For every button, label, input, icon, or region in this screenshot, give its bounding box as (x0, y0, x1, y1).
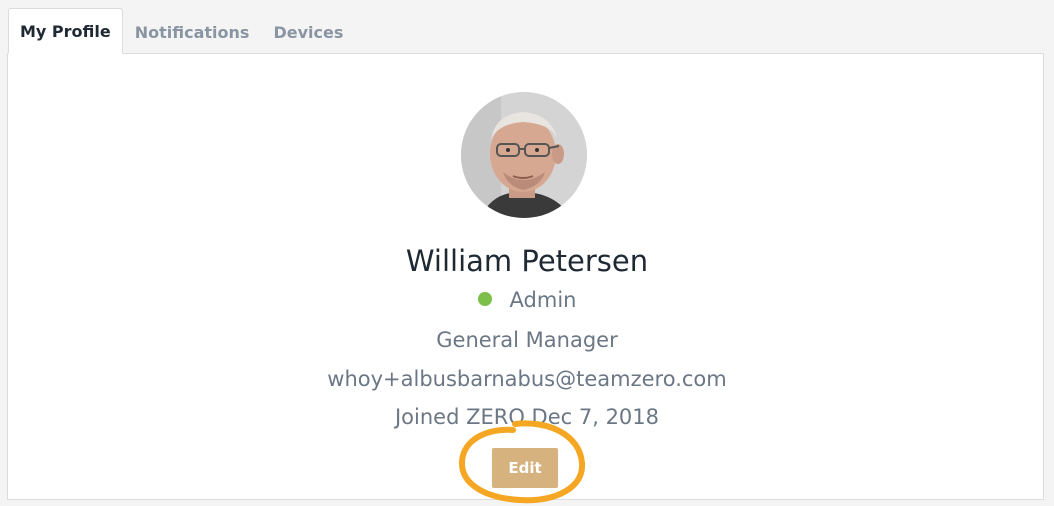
role-label: Admin (509, 288, 577, 312)
joined-date: Joined ZERO Dec 7, 2018 (394, 405, 660, 429)
avatar (461, 92, 587, 218)
tab-notifications[interactable]: Notifications (123, 10, 262, 54)
status-dot-icon (477, 292, 492, 306)
tab-bar: My Profile Notifications Devices (8, 8, 355, 54)
tab-my-profile[interactable]: My Profile (8, 8, 123, 54)
role-row: Admin (0, 288, 1054, 312)
job-title: General Manager (436, 328, 618, 352)
profile-name: William Petersen (405, 244, 649, 278)
profile-page: My Profile Notifications Devices William… (0, 0, 1054, 506)
edit-button[interactable]: Edit (492, 448, 558, 488)
tab-devices[interactable]: Devices (261, 10, 355, 54)
avatar-photo (461, 92, 587, 218)
email-address: whoy+albusbarnabus@teamzero.com (327, 367, 727, 391)
